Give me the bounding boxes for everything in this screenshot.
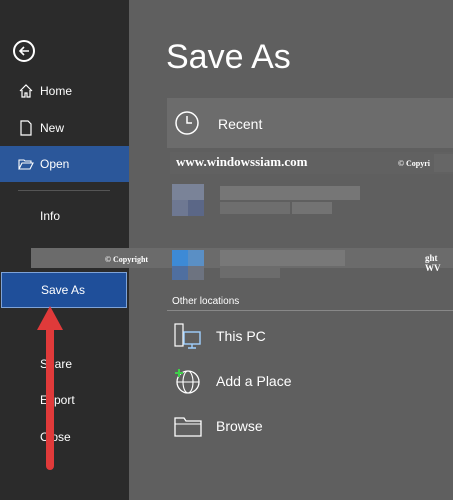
nav-info-label: Info [40, 209, 61, 223]
nav-open[interactable]: Open [0, 146, 129, 182]
watermark-copyright-top: © Copyri [398, 159, 430, 168]
sidebar-divider [18, 190, 110, 191]
blurred-path [220, 202, 290, 214]
nav-home-label: Home [40, 84, 73, 98]
browse-folder-icon [172, 412, 204, 440]
red-arrow-annotation [37, 306, 63, 470]
location-add-place-label: Add a Place [216, 373, 292, 389]
nav-new[interactable]: New [0, 110, 129, 146]
location-browse-label: Browse [216, 418, 263, 434]
location-browse[interactable]: Browse [172, 408, 432, 444]
location-add-place[interactable]: Add a Place [172, 363, 432, 399]
blurred-pixel [188, 250, 204, 266]
nav-info[interactable]: Info [0, 198, 129, 234]
watermark-copyright-right: ght WV [425, 253, 441, 273]
blurred-file-icon [172, 250, 188, 266]
blurred-pixel [188, 266, 204, 280]
page-title: Save As [166, 38, 291, 76]
blurred-pixel [172, 266, 188, 280]
watermark-box [434, 154, 453, 172]
nav-home[interactable]: Home [0, 73, 129, 109]
new-document-icon [18, 120, 34, 136]
location-this-pc-label: This PC [216, 328, 266, 344]
this-pc-icon [172, 322, 204, 350]
blurred-filename [220, 250, 345, 266]
watermark-band-top: www.windowssiam.com © Copyri [170, 152, 453, 174]
back-arrow-icon[interactable] [13, 40, 35, 62]
blurred-filename [220, 186, 360, 200]
blurred-pixel [172, 200, 188, 216]
blurred-file-icon [172, 184, 204, 200]
recent-file-row[interactable] [172, 184, 422, 244]
recent-location[interactable]: Recent [167, 98, 453, 148]
recent-label: Recent [218, 116, 263, 132]
blurred-pixel [188, 200, 204, 216]
watermark-site: www.windowssiam.com [176, 154, 308, 169]
section-divider [167, 310, 453, 311]
nav-open-label: Open [40, 157, 70, 171]
add-place-globe-icon [172, 367, 204, 395]
watermark-copyright-left: © Copyright [105, 255, 149, 264]
nav-save-as-label: Save As [41, 283, 86, 297]
folder-open-icon [18, 156, 34, 172]
blurred-path [292, 202, 332, 214]
clock-icon [174, 110, 200, 141]
nav-new-label: New [40, 121, 65, 135]
home-icon [18, 83, 34, 99]
location-this-pc[interactable]: This PC [172, 318, 432, 354]
section-other-locations: Other locations [172, 296, 240, 307]
blurred-path [220, 266, 280, 278]
